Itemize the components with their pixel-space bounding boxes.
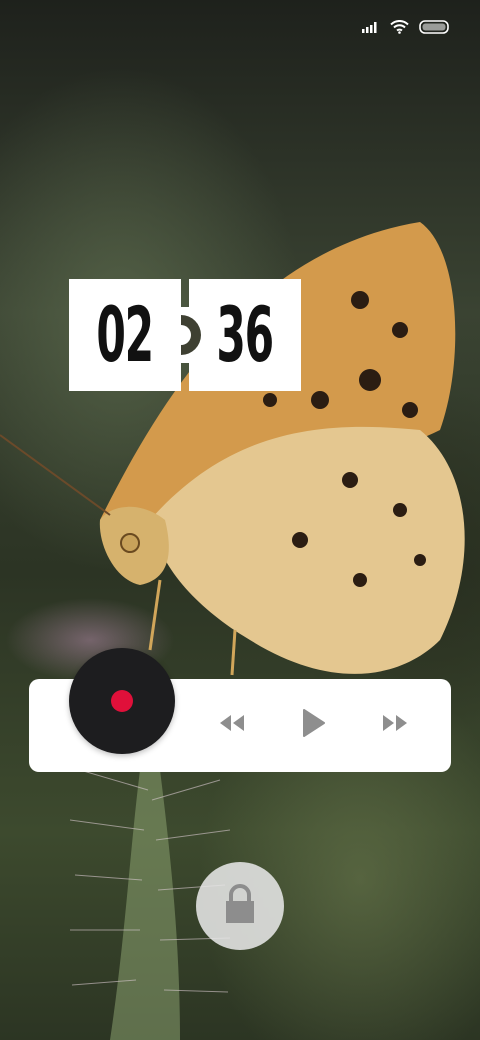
clock-separator bbox=[181, 307, 201, 363]
wifi-icon bbox=[390, 20, 409, 34]
play-icon bbox=[301, 709, 325, 741]
clock-hours-box: 02 bbox=[69, 279, 181, 391]
status-bar bbox=[362, 16, 450, 38]
next-track-button[interactable] bbox=[380, 710, 410, 740]
fast-forward-icon bbox=[382, 714, 408, 736]
wallpaper-butterfly bbox=[0, 222, 465, 676]
play-button[interactable] bbox=[298, 709, 328, 741]
unlock-button[interactable] bbox=[196, 862, 284, 950]
rewind-icon bbox=[219, 714, 245, 736]
signal-bars-icon bbox=[362, 21, 380, 33]
clock-minutes-box: 36 bbox=[189, 279, 301, 391]
previous-track-button[interactable] bbox=[217, 710, 247, 740]
vinyl-record-icon[interactable] bbox=[69, 648, 175, 754]
lock-icon bbox=[217, 881, 263, 931]
clock-widget: 02 36 bbox=[69, 279, 307, 391]
clock-minutes: 36 bbox=[216, 290, 275, 379]
clock-hours: 02 bbox=[96, 290, 155, 379]
vinyl-center-dot bbox=[111, 690, 133, 712]
battery-icon bbox=[419, 20, 450, 34]
